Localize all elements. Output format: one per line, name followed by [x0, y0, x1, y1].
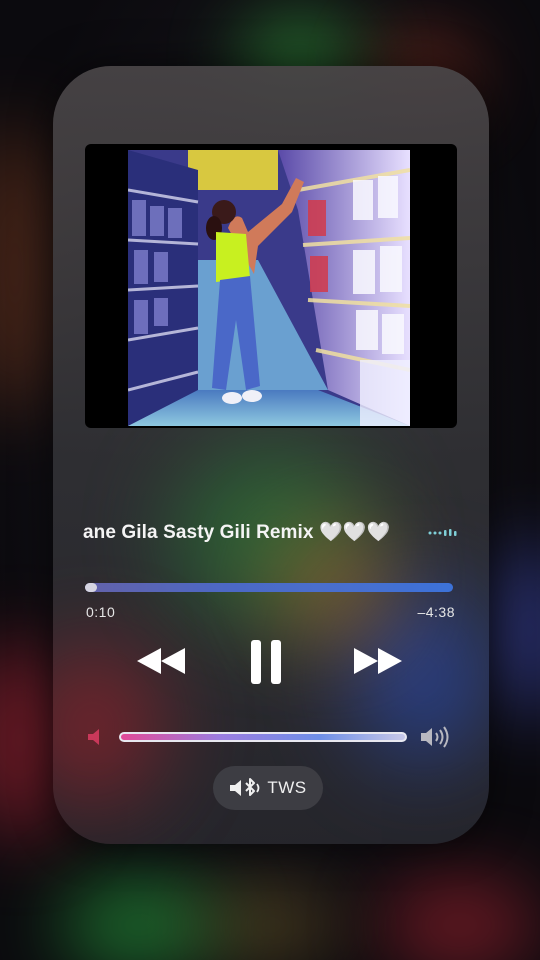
volume-slider[interactable] — [119, 732, 407, 742]
audio-output-label: TWS — [267, 778, 307, 797]
album-artwork — [128, 150, 410, 426]
audio-output-button[interactable]: TWS — [213, 766, 323, 810]
pause-button[interactable] — [245, 636, 287, 690]
progress-fill — [85, 583, 97, 592]
progress-slider[interactable] — [85, 583, 453, 592]
now-playing-panel: ane Gila Sasty Gili Remix 🤍🤍🤍 0:10 –4:38 — [53, 66, 489, 844]
elapsed-time: 0:10 — [86, 604, 116, 620]
album-artwork-frame — [85, 144, 457, 428]
rewind-button[interactable] — [133, 644, 191, 678]
bluetooth-speaker-icon — [230, 778, 260, 796]
remaining-time: –4:38 — [417, 604, 455, 620]
track-title: ane Gila Sasty Gili Remix 🤍🤍🤍 — [83, 522, 391, 543]
speaker-high-icon — [421, 726, 449, 748]
track-title-row[interactable]: ane Gila Sasty Gili Remix 🤍🤍🤍 — [83, 520, 463, 544]
rewind-icon — [137, 648, 185, 674]
forward-button[interactable] — [348, 644, 406, 678]
pause-icon — [251, 640, 281, 684]
speaker-low-icon — [88, 729, 99, 745]
equalizer-icon — [428, 529, 457, 536]
fast-forward-icon — [354, 648, 402, 674]
